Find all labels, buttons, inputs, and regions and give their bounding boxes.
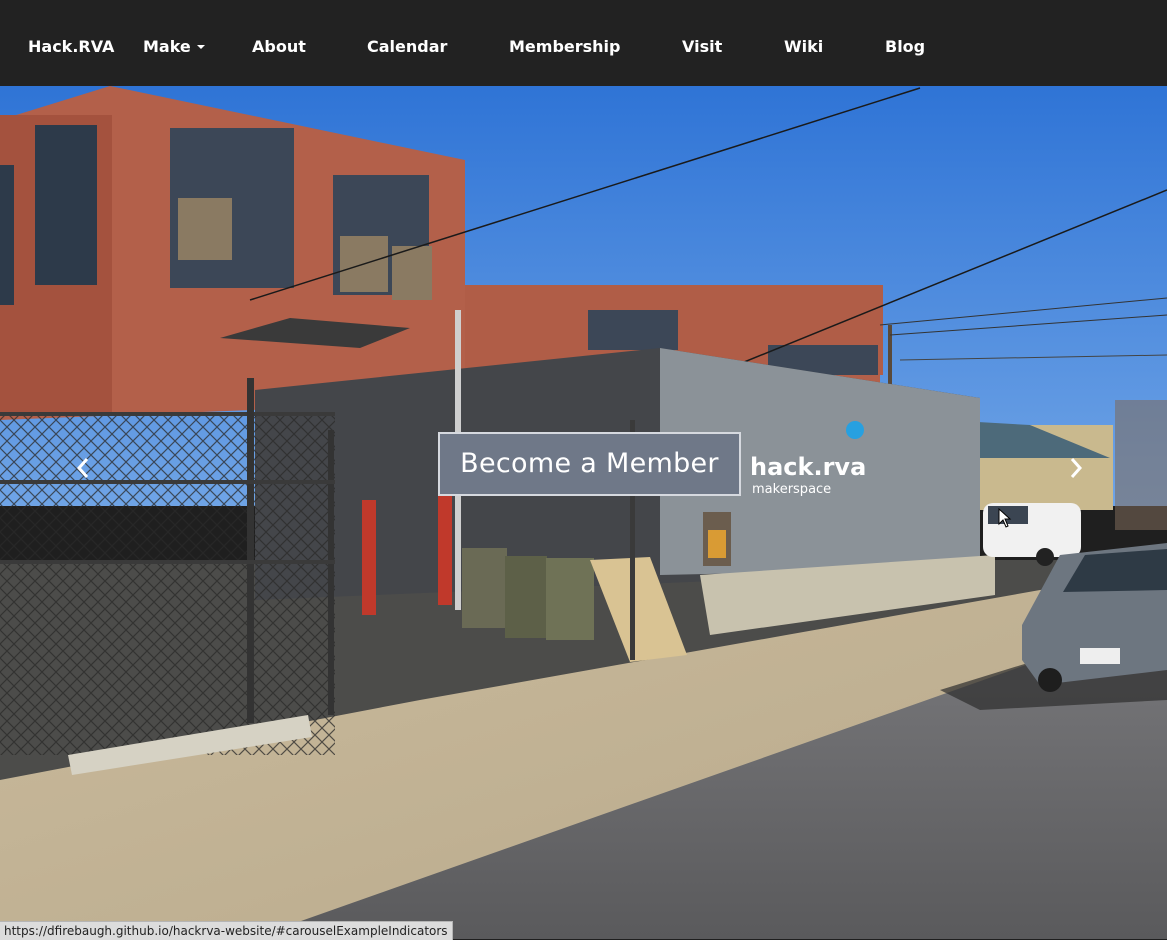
nav-item-calendar[interactable]: Calendar	[367, 36, 447, 58]
nav-item-about[interactable]: About	[252, 36, 306, 58]
nav-item-make[interactable]: Make	[143, 36, 205, 58]
chevron-left-icon[interactable]	[73, 456, 93, 480]
mouse-pointer-icon	[998, 508, 1012, 528]
nav-item-wiki[interactable]: Wiki	[784, 36, 823, 58]
become-member-button[interactable]: Become a Member	[438, 432, 741, 496]
nav-item-make-label: Make	[143, 37, 191, 56]
hero-carousel: hack.rva makerspace	[0, 86, 1167, 939]
brand-link[interactable]: Hack.RVA	[28, 36, 114, 58]
nav-item-visit[interactable]: Visit	[682, 36, 722, 58]
nav-item-blog[interactable]: Blog	[885, 36, 925, 58]
caret-down-icon	[196, 45, 205, 49]
logo-text: hack.rva	[750, 453, 866, 481]
navbar: Hack.RVA Make About Calendar Membership …	[0, 0, 1167, 86]
status-bar-url: https://dfirebaugh.github.io/hackrva-web…	[0, 921, 453, 940]
chevron-right-icon[interactable]	[1066, 456, 1086, 480]
hero-photo: hack.rva makerspace	[0, 86, 1167, 939]
nav-item-membership[interactable]: Membership	[509, 36, 621, 58]
logo-subtext: makerspace	[752, 482, 831, 497]
